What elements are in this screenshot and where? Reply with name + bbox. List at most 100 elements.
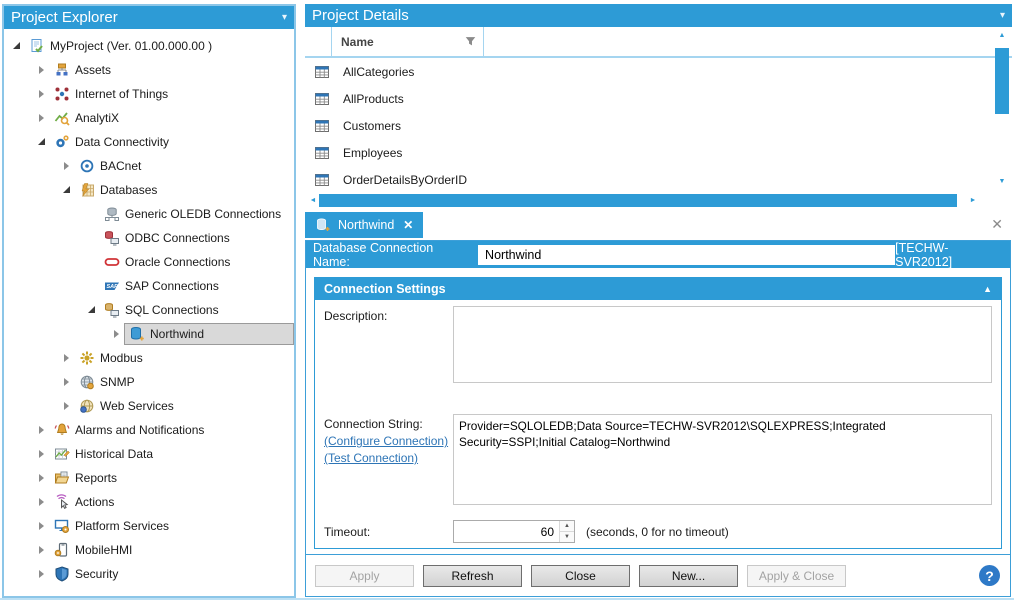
tree-item-bacnet[interactable]: BACnet: [4, 154, 294, 178]
tree-item-content[interactable]: Reports: [49, 467, 294, 489]
test-connection-link[interactable]: (Test Connection): [324, 450, 453, 467]
filter-funnel-icon[interactable]: [464, 35, 477, 48]
expander-collapsed-icon[interactable]: [35, 519, 49, 533]
tree-item-databases[interactable]: Databases: [4, 178, 294, 202]
expander-collapsed-icon[interactable]: [35, 543, 49, 557]
tree-item-reports[interactable]: Reports: [4, 466, 294, 490]
tree-item-content[interactable]: Alarms and Notifications: [49, 419, 294, 441]
tree-item-analytix[interactable]: AnalytiX: [4, 106, 294, 130]
tree-item-sap-connections[interactable]: SAPSAP Connections: [4, 274, 294, 298]
tree-item-content[interactable]: BACnet: [74, 155, 294, 177]
tree-item-internet-of-things[interactable]: Internet of Things: [4, 82, 294, 106]
table-row-orderdetailsbyorderid[interactable]: OrderDetailsByOrderID: [305, 166, 1012, 193]
expander-collapsed-icon[interactable]: [60, 399, 74, 413]
table-row-employees[interactable]: Employees: [305, 139, 1012, 166]
tree-item-assets[interactable]: Assets: [4, 58, 294, 82]
tree-item-myproject-ver-01-00-000-00[interactable]: MyProject (Ver. 01.00.000.00 ): [4, 34, 294, 58]
expander-expanded-icon[interactable]: [85, 303, 99, 317]
tree-item-data-connectivity[interactable]: Data Connectivity: [4, 130, 294, 154]
expander-expanded-icon[interactable]: [60, 183, 74, 197]
tree-item-content[interactable]: SNMP: [74, 371, 294, 393]
tab-northwind[interactable]: Northwind ✕: [305, 212, 423, 238]
tree-item-sql-connections[interactable]: SQL Connections: [4, 298, 294, 322]
tree-item-alarms-and-notifications[interactable]: Alarms and Notifications: [4, 418, 294, 442]
tree-item-historical-data[interactable]: Historical Data: [4, 442, 294, 466]
scroll-up-icon[interactable]: ▲: [994, 30, 1010, 42]
tree-item-content[interactable]: Internet of Things: [49, 83, 294, 105]
grid-name-column-header[interactable]: Name: [332, 27, 484, 56]
tree-item-content[interactable]: Databases: [74, 179, 294, 201]
tree-item-northwind[interactable]: Northwind: [4, 322, 294, 346]
tree-item-generic-oledb-connections[interactable]: Generic OLEDB Connections: [4, 202, 294, 226]
refresh-button[interactable]: Refresh: [423, 565, 522, 587]
tree-item-content[interactable]: Actions: [49, 491, 294, 513]
vertical-scroll-thumb[interactable]: [995, 48, 1009, 114]
tree-item-content[interactable]: Security: [49, 563, 294, 585]
tree-item-content[interactable]: Oracle Connections: [99, 251, 294, 273]
tree-item-content[interactable]: Historical Data: [49, 443, 294, 465]
connection-name-input[interactable]: [478, 245, 895, 265]
tree-item-content[interactable]: Web Services: [74, 395, 294, 417]
description-textarea[interactable]: [453, 306, 992, 383]
details-vertical-scrollbar[interactable]: ▲ ▼: [994, 30, 1010, 188]
connection-string-textarea[interactable]: Provider=SQLOLEDB;Data Source=TECHW-SVR2…: [453, 414, 992, 505]
tree-item-content[interactable]: Generic OLEDB Connections: [99, 203, 294, 225]
tree-item-snmp[interactable]: SNMP: [4, 370, 294, 394]
tree-item-security[interactable]: Security: [4, 562, 294, 586]
table-row-allcategories[interactable]: AllCategories: [305, 58, 1012, 85]
expander-collapsed-icon[interactable]: [35, 471, 49, 485]
expander-collapsed-icon[interactable]: [60, 375, 74, 389]
tree-item-mobilehmi[interactable]: MobileHMI: [4, 538, 294, 562]
tree-item-web-services[interactable]: Web Services: [4, 394, 294, 418]
connection-settings-header[interactable]: Connection Settings ▲: [315, 278, 1001, 300]
table-row-allproducts[interactable]: AllProducts: [305, 85, 1012, 112]
spin-down-icon[interactable]: ▼: [560, 531, 574, 542]
expander-expanded-icon[interactable]: [35, 135, 49, 149]
tab-close-icon[interactable]: ✕: [403, 218, 413, 232]
timeout-input[interactable]: [454, 521, 559, 542]
tree-item-content[interactable]: ODBC Connections: [99, 227, 294, 249]
tree-item-content[interactable]: Data Connectivity: [49, 131, 294, 153]
table-row-customers[interactable]: Customers: [305, 112, 1012, 139]
tree-item-content[interactable]: Assets: [49, 59, 294, 81]
details-horizontal-scrollbar[interactable]: ◄ ►: [307, 194, 981, 207]
tree-item-content[interactable]: AnalytiX: [49, 107, 294, 129]
collapse-up-icon[interactable]: ▲: [983, 284, 992, 294]
expander-collapsed-icon[interactable]: [35, 447, 49, 461]
tree-item-modbus[interactable]: Modbus: [4, 346, 294, 370]
tree-item-content[interactable]: MyProject (Ver. 01.00.000.00 ): [24, 35, 294, 57]
tree-item-actions[interactable]: Actions: [4, 490, 294, 514]
editor-close-icon[interactable]: ✕: [991, 216, 1003, 233]
tree-item-content[interactable]: Northwind: [124, 323, 294, 345]
tree-item-platform-services[interactable]: Platform Services: [4, 514, 294, 538]
expander-collapsed-icon[interactable]: [35, 495, 49, 509]
tree-item-content[interactable]: Platform Services: [49, 515, 294, 537]
scroll-down-icon[interactable]: ▼: [994, 176, 1010, 188]
tree-item-content[interactable]: MobileHMI: [49, 539, 294, 561]
scroll-left-icon[interactable]: ◄: [307, 197, 319, 204]
horizontal-scroll-thumb[interactable]: [319, 194, 957, 207]
tree-item-content[interactable]: Modbus: [74, 347, 294, 369]
new-button[interactable]: New...: [639, 565, 738, 587]
tree-item-oracle-connections[interactable]: Oracle Connections: [4, 250, 294, 274]
help-button[interactable]: ?: [979, 565, 1000, 586]
expander-expanded-icon[interactable]: [10, 39, 24, 53]
configure-connection-link[interactable]: (Configure Connection): [324, 433, 453, 450]
expander-collapsed-icon[interactable]: [35, 111, 49, 125]
expander-collapsed-icon[interactable]: [35, 423, 49, 437]
apply-close-button[interactable]: Apply & Close: [747, 565, 846, 587]
tree-item-content[interactable]: SQL Connections: [99, 299, 294, 321]
expander-collapsed-icon[interactable]: [35, 63, 49, 77]
expander-collapsed-icon[interactable]: [60, 351, 74, 365]
spin-up-icon[interactable]: ▲: [560, 521, 574, 531]
apply-button[interactable]: Apply: [315, 565, 414, 587]
scroll-right-icon[interactable]: ►: [967, 197, 979, 204]
chevron-down-icon[interactable]: ▾: [1000, 10, 1005, 21]
tree-item-content[interactable]: SAPSAP Connections: [99, 275, 294, 297]
expander-collapsed-icon[interactable]: [35, 567, 49, 581]
expander-collapsed-icon[interactable]: [60, 159, 74, 173]
expander-collapsed-icon[interactable]: [110, 327, 124, 341]
expander-collapsed-icon[interactable]: [35, 87, 49, 101]
chevron-down-icon[interactable]: ▾: [282, 12, 287, 23]
tree-item-odbc-connections[interactable]: ODBC Connections: [4, 226, 294, 250]
